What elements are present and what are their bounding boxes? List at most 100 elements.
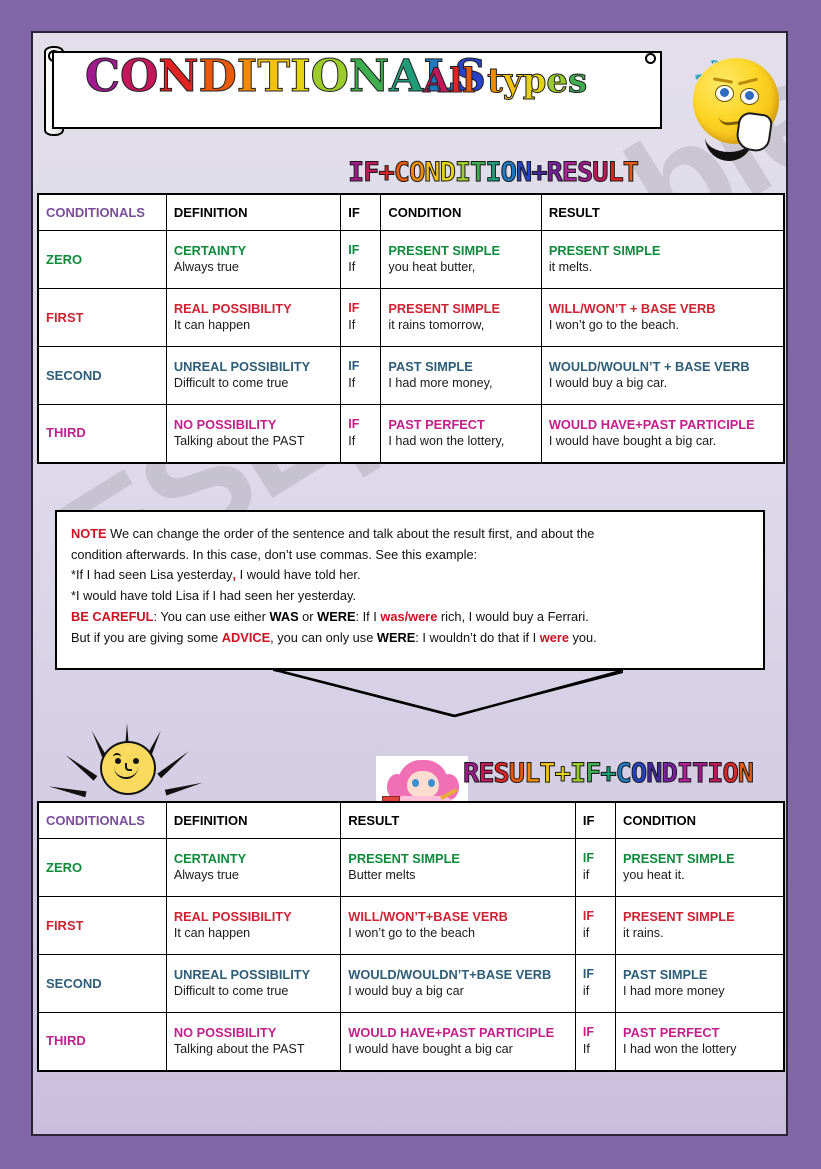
careful-was: WAS — [269, 608, 299, 624]
conditional-type-label: THIRD — [46, 425, 86, 441]
cell-definition: REAL POSSIBILITY It can happen — [165, 896, 342, 955]
careful-was-were: was/were — [380, 608, 438, 624]
cell-secondary: I had won the lottery, — [388, 433, 505, 448]
cell-definition: UNREAL POSSIBILITY Difficult to come true — [165, 954, 342, 1013]
advice-were: WERE — [376, 629, 416, 645]
careful-b: or — [298, 608, 318, 624]
conditionals-table-if-first: CONDITIONALS DEFINITION IF CONDITION RES… — [37, 193, 785, 464]
col-header-conditionals: CONDITIONALS — [37, 801, 167, 839]
cell-if: IF if — [574, 954, 617, 1013]
speech-bubble-tail — [273, 670, 623, 718]
col-header-definition: DEFINITION — [165, 801, 342, 839]
cell-secondary: Always true — [173, 260, 239, 275]
page-subtitle: All types — [422, 61, 588, 102]
cell-primary: WILL/WON’T + BASE VERB — [548, 300, 716, 316]
example1-post: I would have told her. — [236, 567, 361, 583]
cell-if: IF if — [574, 838, 617, 897]
cell-primary: PRESENT SIMPLE — [388, 300, 501, 316]
cell-secondary: I had won the lottery — [623, 1041, 737, 1056]
cell-primary: IF — [582, 1024, 595, 1039]
cell-secondary: I would buy a big car. — [548, 376, 668, 391]
cell-primary: WILL/WON’T+BASE VERB — [348, 908, 508, 924]
note-label: NOTE — [71, 526, 107, 541]
cell-secondary: I won’t go to the beach. — [548, 318, 680, 333]
cell-definition: CERTAINTY Always true — [165, 230, 342, 289]
cell-if: IF If — [574, 1012, 617, 1071]
cell-primary: NO POSSIBILITY — [173, 1024, 277, 1040]
cell-primary: CERTAINTY — [173, 850, 247, 866]
cell-secondary: you heat butter, — [388, 260, 476, 275]
note-be-careful: BE CAREFUL: You can use either WAS or WE… — [71, 607, 749, 628]
cell-secondary: If — [348, 433, 356, 448]
table-header-row: CONDITIONALS DEFINITION IF CONDITION RES… — [37, 193, 785, 231]
example1-pre: *If I had seen Lisa yesterday — [71, 567, 233, 583]
cell-condition: PAST SIMPLE I had more money, — [380, 346, 542, 405]
thinking-face-icon — [693, 58, 779, 161]
cell-primary: PAST SIMPLE — [388, 358, 473, 374]
cell-if: IF if — [574, 896, 617, 955]
cell-conditional-type: FIRST — [37, 288, 167, 347]
cell-result: WOULD/WOULN’T + BASE VERB I would buy a b… — [540, 346, 785, 405]
cell-secondary: Butter melts — [348, 868, 416, 883]
section-heading-result-if-condition: RESULT+IF+CONDITION — [462, 758, 754, 790]
cell-primary: WOULD/WOULN’T + BASE VERB — [548, 358, 750, 374]
advice-were-2: were — [539, 629, 569, 645]
cell-conditional-type: THIRD — [37, 404, 167, 463]
cell-primary: PRESENT SIMPLE — [548, 242, 661, 258]
cell-secondary: it melts. — [548, 260, 593, 275]
cell-conditional-type: SECOND — [37, 346, 167, 405]
note-example-1: *If I had seen Lisa yesterday, I would h… — [71, 565, 749, 586]
cell-primary: PRESENT SIMPLE — [623, 908, 735, 924]
cell-primary: PAST PERFECT — [388, 416, 485, 432]
cell-definition: NO POSSIBILITY Talking about the PAST — [165, 404, 342, 463]
section-heading-if-condition-result: IF+CONDITION+RESULT — [347, 157, 639, 189]
col-header-if: IF — [574, 801, 617, 839]
cell-primary: WOULD HAVE+PAST PARTICIPLE — [348, 1024, 555, 1040]
cell-secondary: If — [348, 375, 356, 390]
cell-secondary: if — [582, 925, 590, 940]
note-advice: But if you are giving some ADVICE, you c… — [71, 628, 749, 649]
careful-c: : If I — [355, 608, 381, 624]
cell-secondary: you heat it. — [623, 868, 685, 883]
cell-primary: IF — [348, 243, 360, 258]
table-row: ZERO CERTAINTY Always true IF If PRESENT SIMP… — [37, 230, 785, 289]
cell-primary: REAL POSSIBILITY — [173, 300, 292, 316]
cell-condition: PRESENT SIMPLE it rains tomorrow, — [380, 288, 542, 347]
conditional-type-label: FIRST — [46, 309, 84, 325]
cell-secondary: Difficult to come true — [173, 984, 289, 999]
cell-primary: IF — [348, 301, 360, 316]
advice-label: ADVICE — [221, 629, 271, 645]
worksheet-page: ESLprintables.com CONDITIONALS All types… — [31, 31, 788, 1136]
cell-primary: UNREAL POSSIBILITY — [173, 966, 311, 982]
cell-primary: IF — [582, 851, 595, 866]
cell-secondary: If — [348, 259, 356, 274]
cell-condition: PAST PERFECT I had won the lottery, — [380, 404, 542, 463]
cell-condition: PRESENT SIMPLE you heat butter, — [380, 230, 542, 289]
table-row: SECOND UNREAL POSSIBILITY Difficult to com… — [37, 954, 785, 1013]
col-header-result: RESULT — [540, 193, 785, 231]
cell-secondary: Always true — [173, 868, 239, 883]
cell-secondary: It can happen — [173, 318, 251, 333]
scroll-right-corner — [645, 53, 656, 64]
advice-a: But if you are giving some — [71, 629, 222, 645]
cell-secondary: I would buy a big car — [348, 984, 464, 999]
cell-secondary: Talking about the PAST — [173, 433, 305, 448]
cell-secondary: If — [582, 1041, 590, 1056]
conditional-type-label: ZERO — [46, 859, 83, 875]
col-header-condition: CONDITION — [380, 193, 542, 231]
note-box: NOTE We can change the order of the sent… — [55, 510, 765, 670]
cell-primary: PRESENT SIMPLE — [623, 850, 735, 866]
cell-if: IF If — [340, 346, 382, 405]
cell-if: IF If — [340, 404, 382, 463]
note-example-2: *I would have told Lisa if I had seen he… — [71, 588, 357, 604]
cell-result: WOULD HAVE+PAST PARTICIPLE I would have b… — [540, 404, 785, 463]
cell-result: WILL/WON’T + BASE VERB I won’t go to the … — [540, 288, 785, 347]
careful-d: rich, I would buy a Ferrari. — [437, 608, 589, 624]
cell-secondary: It can happen — [173, 926, 251, 941]
cell-if: IF If — [340, 230, 382, 289]
cell-condition: PAST SIMPLE I had more money — [615, 954, 785, 1013]
table-header-row: CONDITIONALS DEFINITION RESULT IF CONDIT… — [37, 801, 785, 839]
cell-secondary: I would have bought a big car. — [548, 433, 717, 448]
cell-secondary: it rains tomorrow, — [388, 318, 485, 333]
cell-secondary: I had more money, — [388, 376, 493, 391]
